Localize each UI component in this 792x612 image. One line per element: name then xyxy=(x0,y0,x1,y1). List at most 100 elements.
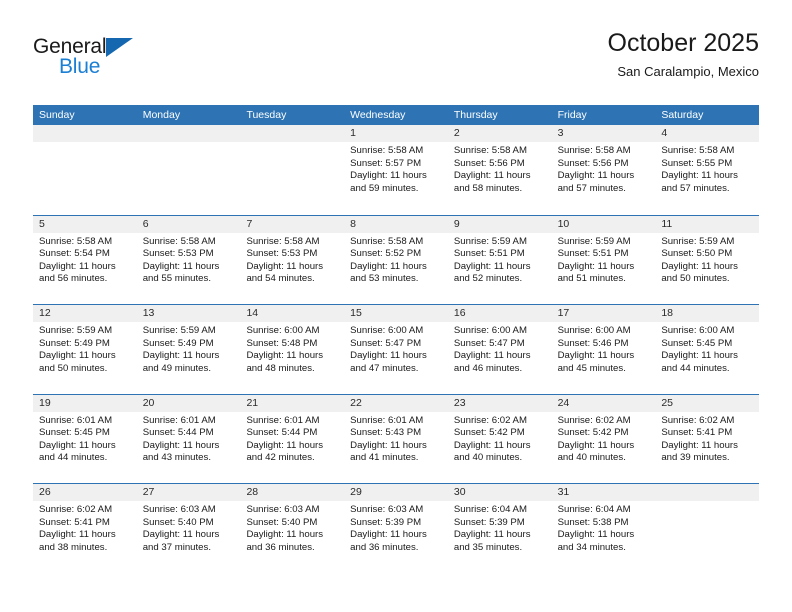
day-details: Sunrise: 5:58 AM Sunset: 5:55 PM Daylight:… xyxy=(655,142,759,195)
sunrise-text: Sunrise: 6:03 AM xyxy=(142,504,216,515)
day-number: 6 xyxy=(142,217,149,230)
day-cell-12[interactable]: 12 Sunrise: 5:59 AM Sunset: 5:49 PM Dayligh… xyxy=(33,305,137,394)
day-number: 25 xyxy=(661,396,673,409)
day-details: Sunrise: 5:59 AM Sunset: 5:50 PM Daylight:… xyxy=(655,233,759,286)
daylight-text-line1: Daylight: 11 hours xyxy=(350,439,427,451)
day-cell-10[interactable]: 10 Sunrise: 5:59 AM Sunset: 5:51 PM Dayligh… xyxy=(551,215,656,304)
day-cell-25[interactable]: 25 Sunrise: 6:02 AM Sunset: 5:41 PM Dayligh… xyxy=(655,394,760,483)
day-cell-1[interactable]: 1 Sunrise: 5:58 AM Sunset: 5:57 PM Daylight… xyxy=(344,125,448,215)
day-cell-22[interactable]: 22 Sunrise: 6:01 AM Sunset: 5:43 PM Dayligh… xyxy=(344,394,448,483)
daylight-text-line1: Daylight: 11 hours xyxy=(350,529,427,541)
day-cell-16[interactable]: 16 Sunrise: 6:00 AM Sunset: 5:47 PM Dayligh… xyxy=(447,305,552,394)
day-number: 16 xyxy=(453,307,466,319)
generalblue-logo[interactable]: General Blue xyxy=(33,36,233,88)
day-details: Sunrise: 6:01 AM Sunset: 5:44 PM Daylight:… xyxy=(137,412,241,465)
daylight-text-line2: and 35 minutes. xyxy=(453,541,523,553)
sunset-text: Sunset: 5:45 PM xyxy=(39,427,110,439)
day-number: 4 xyxy=(661,127,668,139)
sunset-text: Sunset: 5:42 PM xyxy=(557,427,629,439)
sunrise-text: Sunrise: 5:58 AM xyxy=(246,235,320,247)
daylight-text-line2: and 54 minutes. xyxy=(246,273,315,285)
day-cell-29[interactable]: 29 Sunrise: 6:03 AM Sunset: 5:39 PM Dayligh… xyxy=(344,484,448,573)
day-cell-5[interactable]: 5 Sunrise: 5:58 AM Sunset: 5:54 PM Daylight… xyxy=(33,215,137,304)
day-cell-26[interactable]: 26 Sunrise: 6:02 AM Sunset: 5:41 PM Dayligh… xyxy=(33,484,137,573)
day-cell-9[interactable]: 9 Sunrise: 5:59 AM Sunset: 5:51 PM Daylight… xyxy=(447,215,552,304)
day-cell-4[interactable]: 4 Sunrise: 5:58 AM Sunset: 5:55 PM Daylight… xyxy=(655,125,760,215)
day-cell-18[interactable]: 18 Sunrise: 6:00 AM Sunset: 5:45 PM Dayligh… xyxy=(655,305,760,394)
calendar-week-row: 5 Sunrise: 5:58 AM Sunset: 5:54 PM Daylight… xyxy=(33,214,760,304)
day-number: 26 xyxy=(39,486,51,498)
sunset-text: Sunset: 5:46 PM xyxy=(557,337,629,349)
day-number: 23 xyxy=(453,396,466,409)
daylight-text-line1: Daylight: 11 hours xyxy=(453,170,531,182)
day-cell-31[interactable]: 31 Sunrise: 6:04 AM Sunset: 5:38 PM Dayligh… xyxy=(551,484,656,573)
day-number-band: 29 xyxy=(344,484,448,501)
sunset-text: Sunset: 5:53 PM xyxy=(246,248,318,260)
day-cell-3[interactable]: 3 Sunrise: 5:58 AM Sunset: 5:56 PM Daylight… xyxy=(551,125,656,215)
sunrise-text: Sunrise: 6:02 AM xyxy=(557,414,631,426)
day-cell-28[interactable]: 28 Sunrise: 6:03 AM Sunset: 5:40 PM Dayligh… xyxy=(240,484,345,573)
day-details: Sunrise: 6:01 AM Sunset: 5:43 PM Daylight:… xyxy=(344,412,448,465)
day-cell-20[interactable]: 20 Sunrise: 6:01 AM Sunset: 5:44 PM Dayligh… xyxy=(136,394,241,483)
daylight-text-line1: Daylight: 11 hours xyxy=(453,529,531,541)
sunrise-text: Sunrise: 5:58 AM xyxy=(350,235,424,247)
day-cell-23[interactable]: 23 Sunrise: 6:02 AM Sunset: 5:42 PM Dayligh… xyxy=(447,394,552,483)
day-cell-2[interactable]: 2 Sunrise: 5:58 AM Sunset: 5:56 PM Daylight… xyxy=(447,125,552,215)
sunset-text: Sunset: 5:44 PM xyxy=(246,427,318,439)
day-cell-8[interactable]: 8 Sunrise: 5:58 AM Sunset: 5:52 PM Daylight… xyxy=(344,215,448,304)
day-cell-6[interactable]: 6 Sunrise: 5:58 AM Sunset: 5:53 PM Daylight… xyxy=(136,215,241,304)
day-number: 24 xyxy=(557,396,570,409)
day-cell-7[interactable]: 7 Sunrise: 5:58 AM Sunset: 5:53 PM Daylight… xyxy=(240,215,345,304)
day-cell-24[interactable]: 24 Sunrise: 6:02 AM Sunset: 5:42 PM Dayligh… xyxy=(551,394,656,483)
day-cell-21[interactable]: 21 Sunrise: 6:01 AM Sunset: 5:44 PM Dayligh… xyxy=(240,394,345,483)
calendar-week-row: 26 Sunrise: 6:02 AM Sunset: 5:41 PM Dayligh… xyxy=(33,483,760,573)
day-cell-30[interactable]: 30 Sunrise: 6:04 AM Sunset: 5:39 PM Dayligh… xyxy=(447,484,552,573)
day-details xyxy=(655,501,759,504)
day-number-band: 12 xyxy=(33,305,137,322)
day-number-band: 20 xyxy=(136,394,241,412)
sunset-text: Sunset: 5:39 PM xyxy=(350,516,422,528)
sunrise-text: Sunrise: 6:02 AM xyxy=(39,504,113,515)
daylight-text-line1: Daylight: 11 hours xyxy=(350,260,427,272)
day-cell-27[interactable]: 27 Sunrise: 6:03 AM Sunset: 5:40 PM Dayligh… xyxy=(136,484,241,573)
sunrise-text: Sunrise: 6:03 AM xyxy=(350,504,424,515)
logo-text-blue: Blue xyxy=(59,55,101,78)
daylight-text-line2: and 44 minutes. xyxy=(39,452,108,464)
day-cell-empty xyxy=(655,484,760,573)
day-number-band: 6 xyxy=(136,215,241,233)
daylight-text-line2: and 40 minutes. xyxy=(453,452,523,464)
daylight-text-line1: Daylight: 11 hours xyxy=(350,350,427,362)
sunset-text: Sunset: 5:54 PM xyxy=(39,248,110,260)
day-number-band: 31 xyxy=(551,484,656,501)
sunset-text: Sunset: 5:42 PM xyxy=(453,427,525,439)
day-number: 29 xyxy=(350,486,362,498)
daylight-text-line1: Daylight: 11 hours xyxy=(246,439,324,451)
day-details: Sunrise: 6:00 AM Sunset: 5:47 PM Daylight:… xyxy=(344,322,448,375)
sunrise-text: Sunrise: 6:02 AM xyxy=(453,414,527,426)
day-cell-17[interactable]: 17 Sunrise: 6:00 AM Sunset: 5:46 PM Dayligh… xyxy=(551,305,656,394)
day-number: 9 xyxy=(453,217,460,230)
day-cell-13[interactable]: 13 Sunrise: 5:59 AM Sunset: 5:49 PM Dayligh… xyxy=(136,305,241,394)
day-cell-11[interactable]: 11 Sunrise: 5:59 AM Sunset: 5:50 PM Dayligh… xyxy=(655,215,760,304)
day-number-band: 23 xyxy=(447,394,552,412)
sunset-text: Sunset: 5:40 PM xyxy=(142,516,214,528)
day-number-band: 4 xyxy=(655,125,760,142)
day-number-band: 22 xyxy=(344,394,448,412)
day-number: 12 xyxy=(39,307,51,319)
day-details: Sunrise: 6:04 AM Sunset: 5:38 PM Daylight:… xyxy=(552,501,656,554)
day-cell-19[interactable]: 19 Sunrise: 6:01 AM Sunset: 5:45 PM Dayligh… xyxy=(33,394,137,483)
logo-text-general: General xyxy=(33,35,107,58)
daylight-text-line1: Daylight: 11 hours xyxy=(557,260,635,272)
day-details: Sunrise: 6:02 AM Sunset: 5:42 PM Daylight:… xyxy=(448,412,552,465)
day-cell-15[interactable]: 15 Sunrise: 6:00 AM Sunset: 5:47 PM Dayligh… xyxy=(344,305,448,394)
sunrise-text: Sunrise: 5:58 AM xyxy=(661,145,735,156)
daylight-text-line1: Daylight: 11 hours xyxy=(142,439,220,451)
sunrise-text: Sunrise: 6:00 AM xyxy=(246,325,320,336)
sunset-text: Sunset: 5:56 PM xyxy=(453,157,525,169)
sunset-text: Sunset: 5:51 PM xyxy=(453,248,525,260)
day-number-band: 3 xyxy=(551,125,656,142)
day-number-band: 25 xyxy=(655,394,760,412)
daylight-text-line1: Daylight: 11 hours xyxy=(557,350,635,362)
sunrise-text: Sunrise: 6:01 AM xyxy=(142,414,216,426)
day-cell-14[interactable]: 14 Sunrise: 6:00 AM Sunset: 5:48 PM Dayligh… xyxy=(240,305,345,394)
